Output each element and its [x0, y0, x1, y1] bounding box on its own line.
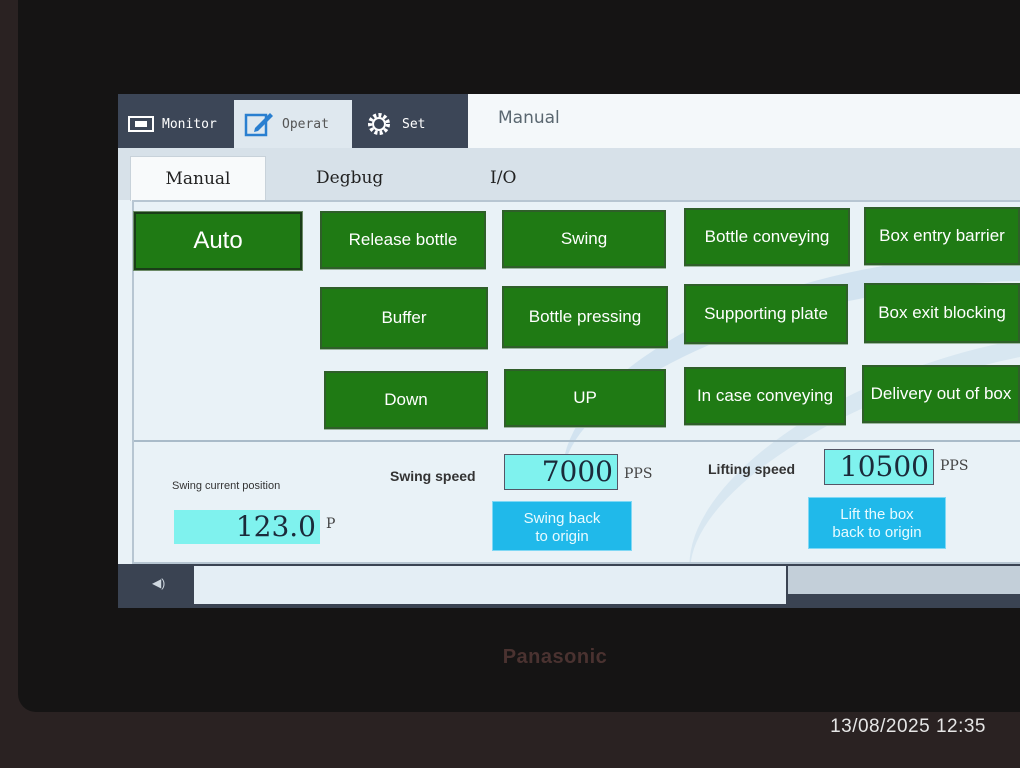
speaker-icon: ◀): [152, 576, 166, 590]
release-bottle-button[interactable]: Release bottle: [320, 211, 486, 269]
lifting-speed-label: Lifting speed: [708, 461, 796, 477]
delivery-out-of-box-button[interactable]: Delivery out of box: [862, 365, 1020, 423]
page-title: Manual: [498, 108, 560, 128]
lifting-speed-input[interactable]: 10500: [824, 449, 934, 485]
tab-io[interactable]: I/O: [490, 156, 516, 200]
swing-back-line1: Swing back: [523, 510, 601, 527]
tab-monitor-label: Monitor: [162, 116, 217, 132]
edit-icon: [244, 113, 273, 137]
supporting-plate-button[interactable]: Supporting plate: [684, 284, 848, 344]
sub-tab-bar: Manual Degbug I/O: [118, 148, 1020, 201]
tab-monitor[interactable]: Monitor: [118, 100, 232, 148]
lifting-speed-unit: PPS: [940, 458, 969, 474]
in-case-conveying-button[interactable]: In case conveying: [684, 367, 846, 425]
hmi-screen: Monitor Operat Set Manual Manual Degbug …: [118, 94, 1020, 608]
monitor-icon: [128, 116, 154, 132]
gear-icon: [368, 113, 390, 135]
lift-box-line2: back to origin: [832, 524, 922, 541]
bottle-pressing-button[interactable]: Bottle pressing: [502, 286, 668, 348]
auto-button[interactable]: Auto: [133, 211, 303, 271]
box-exit-blocking-button[interactable]: Box exit blocking: [864, 283, 1020, 343]
swing-button[interactable]: Swing: [502, 210, 666, 268]
tab-set[interactable]: Set: [354, 100, 466, 148]
lift-box-back-to-origin-button[interactable]: Lift the box back to origin: [808, 497, 946, 549]
tab-manual[interactable]: Manual: [130, 156, 266, 201]
page-title-bar: Manual: [468, 94, 1020, 148]
bottle-conveying-button[interactable]: Bottle conveying: [684, 208, 850, 266]
swing-back-to-origin-button[interactable]: Swing back to origin: [492, 501, 632, 551]
tab-operat[interactable]: Operat: [234, 100, 352, 148]
panel-divider: [134, 440, 1020, 442]
brand-logo: Panasonic: [502, 646, 608, 668]
up-button[interactable]: UP: [504, 369, 666, 427]
swing-speed-input[interactable]: 7000: [504, 454, 618, 490]
lift-box-line1: Lift the box: [840, 506, 914, 523]
photo-timestamp: 13/08/2025 12:35: [830, 716, 986, 737]
swing-position-unit: P: [326, 516, 336, 532]
swing-position-value: 123.0: [174, 510, 320, 544]
tab-set-label: Set: [402, 116, 426, 132]
tab-operat-label: Operat: [282, 116, 329, 132]
down-button[interactable]: Down: [324, 371, 488, 429]
swing-position-label: Swing current position: [172, 480, 281, 492]
message-bar: [194, 566, 786, 604]
tab-degbug[interactable]: Degbug: [316, 156, 383, 200]
swing-speed-unit: PPS: [624, 466, 653, 482]
swing-back-line2: to origin: [535, 528, 589, 545]
footer-right-panel: [788, 566, 1020, 594]
box-entry-barrier-button[interactable]: Box entry barrier: [864, 207, 1020, 265]
buffer-button[interactable]: Buffer: [320, 287, 488, 349]
swing-speed-label: Swing speed: [390, 468, 476, 484]
